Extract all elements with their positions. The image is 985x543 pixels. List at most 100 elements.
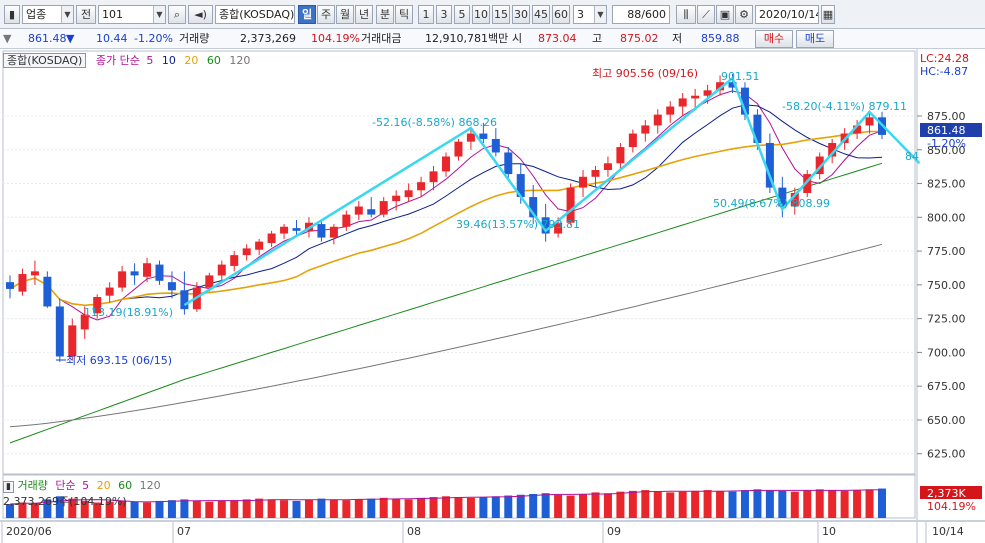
candle-settings-icon[interactable]: ⫼ (676, 5, 696, 24)
volume-legend-ma-60: 60 (118, 479, 133, 492)
y-tick-label: 725.00 (927, 313, 966, 326)
tab-week[interactable]: 주 (317, 5, 335, 24)
candle-body (392, 195, 401, 202)
volume-settings-icon[interactable]: ▮ (3, 481, 14, 493)
volume-bar (865, 489, 874, 518)
candle-body (479, 133, 488, 139)
y-tick-label: 700.00 (927, 346, 966, 359)
date-field[interactable]: 2020/10/14 (755, 5, 819, 24)
candle-body (267, 233, 276, 243)
hc-label: HC:-4.87 (920, 65, 968, 78)
interval-10[interactable]: 10 (472, 5, 490, 24)
interval-60[interactable]: 60 (552, 5, 570, 24)
volume-bar (554, 494, 563, 518)
interval-1[interactable]: 1 (418, 5, 434, 24)
wave5-annotation: 113.19(18.91%) (84, 306, 173, 319)
candle-body (628, 133, 637, 148)
interval-select[interactable]: 3 ▼ (573, 5, 607, 24)
search-icon[interactable]: ⌕ (168, 5, 186, 24)
candle-body (6, 282, 14, 289)
volume-bar (678, 491, 687, 518)
volume-bar (304, 499, 313, 518)
wave3-annotation: 50.49(8.67%) 808.99 (713, 197, 830, 210)
candle-body (504, 152, 513, 175)
count-field[interactable]: 88/600 (612, 5, 670, 24)
volume-bar (616, 491, 625, 518)
y-tick-label: 800.00 (927, 211, 966, 224)
candle-body (379, 201, 388, 215)
volume-bar (803, 490, 812, 518)
volume-bar (566, 495, 575, 518)
tab-minute[interactable]: 분 (376, 5, 394, 24)
volume-value: 2,373,269 (240, 32, 296, 45)
chart-type-icon[interactable]: ▮ (4, 5, 20, 24)
market-select[interactable]: 업종 ▼ (22, 5, 74, 24)
volume-bar (242, 499, 251, 518)
candle-body (292, 228, 301, 231)
interval-30[interactable]: 30 (512, 5, 530, 24)
price-chart[interactable]: 625.00 650.00 675.00 700.00 725.00 750.00 775.… (0, 49, 985, 543)
candle-body (242, 248, 251, 256)
volume-bar (454, 497, 463, 518)
candle-body (130, 271, 139, 276)
buy-button[interactable]: 매수 (755, 30, 793, 48)
wave7-annotation: 84 (905, 150, 919, 163)
interval-15[interactable]: 15 (492, 5, 510, 24)
volume-bar (342, 500, 351, 518)
legend-ma-10: 10 (161, 54, 176, 67)
pct-tag: -1.20% (927, 137, 966, 150)
volume-bar (778, 490, 787, 518)
legend-index-name[interactable]: 종합(KOSDAQ) (3, 53, 87, 68)
code-input-value: 101 (102, 8, 123, 21)
mode-button[interactable]: 전 (76, 5, 96, 24)
low-label: 저 (672, 32, 683, 45)
tab-tick[interactable]: 틱 (395, 5, 413, 24)
volume-bar (716, 490, 725, 518)
y-tick-label: 775.00 (927, 245, 966, 258)
sell-button[interactable]: 매도 (796, 30, 834, 48)
chevron-down-icon: ▼ (594, 6, 606, 23)
interval-3[interactable]: 3 (436, 5, 452, 24)
save-icon[interactable]: ▣ (716, 5, 734, 24)
volume-bar (280, 500, 289, 518)
interval-5[interactable]: 5 (454, 5, 470, 24)
candle-body (466, 133, 475, 142)
volume-bar (217, 500, 226, 518)
candle-body (691, 95, 700, 99)
gear-icon[interactable]: ⚙ (735, 5, 753, 24)
code-input[interactable]: 101 ▼ (98, 5, 166, 24)
volume-legend-label: 거래량 (17, 479, 48, 492)
collapse-icon[interactable]: ▼ (3, 31, 13, 47)
candle-body (342, 214, 351, 227)
volume-bar (691, 490, 700, 518)
line-tool-icon[interactable]: ⟋ (697, 5, 715, 24)
volume-bar (180, 499, 189, 518)
x-axis-bar (0, 520, 985, 522)
tab-month[interactable]: 월 (336, 5, 354, 24)
speaker-icon[interactable]: ◄) (188, 5, 213, 24)
x-tick-label: 07 (177, 525, 191, 538)
candle-body (367, 209, 376, 215)
candle-body (217, 264, 226, 276)
price-legend: 종합(KOSDAQ) 종가 단순 5 10 20 60 120 (3, 52, 250, 68)
tab-year[interactable]: 년 (355, 5, 373, 24)
tab-day[interactable]: 일 (298, 5, 316, 24)
volume-bar (379, 497, 388, 518)
y-tick-label: 625.00 (927, 448, 966, 461)
candle-body (404, 190, 413, 198)
volume-bar (354, 499, 363, 518)
volume-bar (753, 489, 762, 518)
candle-body (155, 264, 164, 281)
interval-45[interactable]: 45 (532, 5, 550, 24)
volume-legend-ma-20: 20 (96, 479, 111, 492)
candle-body (417, 182, 426, 191)
volume-bar (205, 501, 214, 518)
candle-body (491, 138, 500, 153)
interval-select-value: 3 (577, 8, 584, 21)
volume-bar (442, 496, 450, 518)
volume-bar (192, 500, 201, 518)
low-value: 859.88 (701, 32, 740, 45)
chevron-down-icon: ▼ (61, 6, 73, 23)
volume-bar (404, 499, 413, 518)
calendar-icon[interactable]: ▦ (821, 5, 835, 24)
